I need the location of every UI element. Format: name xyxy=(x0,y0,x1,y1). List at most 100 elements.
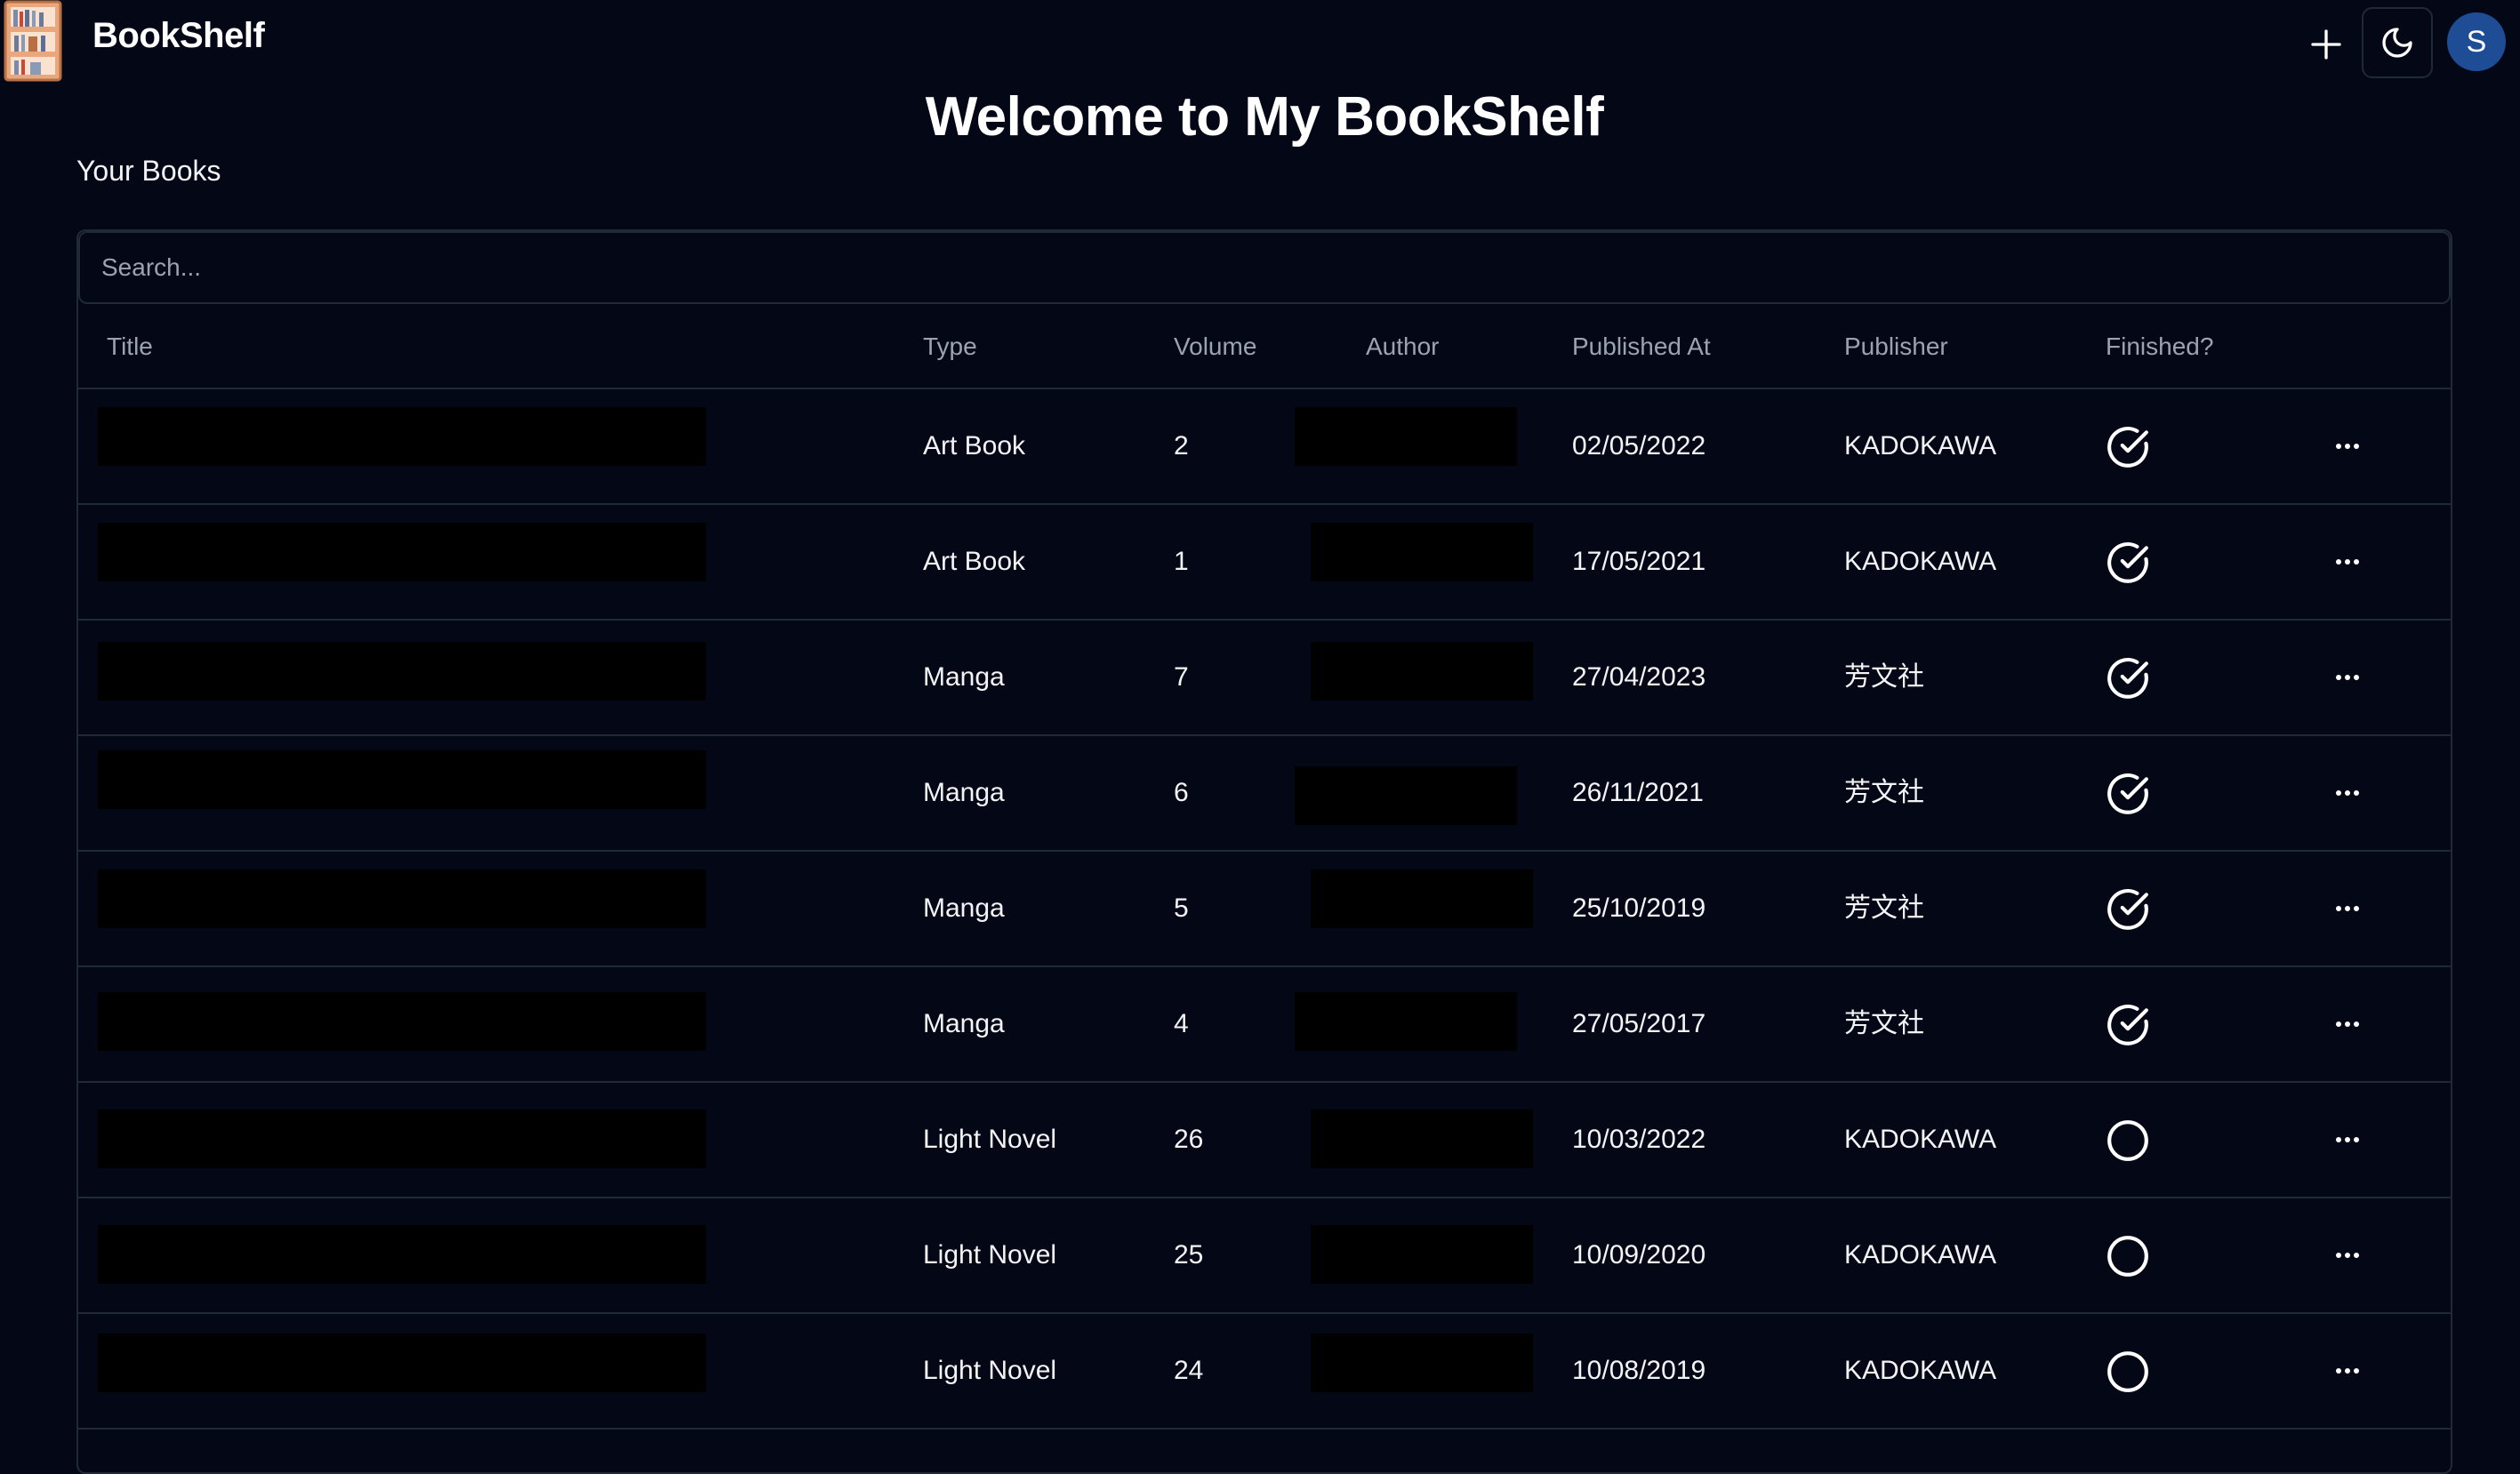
redacted-title xyxy=(98,869,706,928)
brand-name[interactable]: BookShelf xyxy=(92,16,265,56)
table-row[interactable]: Light Novel 24 10/08/2019 KADOKAWA xyxy=(78,1314,2451,1430)
add-book-button[interactable] xyxy=(2299,18,2353,71)
moon-icon xyxy=(2382,28,2412,58)
table-row[interactable]: Art Book 2 02/05/2022 KADOKAWA xyxy=(78,389,2451,505)
cell-volume: 1 xyxy=(1174,547,1189,576)
redacted-title xyxy=(98,407,706,466)
more-horizontal-icon xyxy=(2336,790,2359,796)
redacted-author xyxy=(1311,869,1533,928)
more-horizontal-icon xyxy=(2336,1253,2359,1258)
column-header-finished[interactable]: Finished? xyxy=(2106,332,2213,361)
cell-type: Art Book xyxy=(923,547,1026,576)
redacted-author xyxy=(1295,992,1517,1051)
cell-publisher: KADOKAWA xyxy=(1844,1356,1997,1385)
row-actions-button[interactable] xyxy=(2328,1353,2367,1389)
cell-type: Manga xyxy=(923,893,1005,923)
cell-volume: 6 xyxy=(1174,778,1189,807)
table-row[interactable]: Light Novel 26 10/03/2022 KADOKAWA xyxy=(78,1083,2451,1198)
cell-published-at: 27/05/2017 xyxy=(1572,1009,1706,1038)
section-label: Your Books xyxy=(76,155,221,187)
redacted-title xyxy=(98,1110,706,1168)
circle-icon[interactable] xyxy=(2106,1234,2150,1278)
column-header-author[interactable]: Author xyxy=(1366,332,1440,361)
cell-volume: 7 xyxy=(1174,662,1189,692)
cell-type: Art Book xyxy=(923,431,1026,461)
more-horizontal-icon xyxy=(2336,559,2359,565)
table-row[interactable]: Manga 4 27/05/2017 芳文社 xyxy=(78,967,2451,1083)
row-actions-button[interactable] xyxy=(2328,1006,2367,1042)
cell-volume: 26 xyxy=(1174,1125,1204,1154)
row-actions-button[interactable] xyxy=(2328,429,2367,464)
table-row[interactable]: Manga 5 25/10/2019 芳文社 xyxy=(78,852,2451,967)
cell-published-at: 26/11/2021 xyxy=(1572,778,1704,807)
column-header-title[interactable]: Title xyxy=(107,332,153,361)
cell-publisher: 芳文社 xyxy=(1844,893,1924,923)
check-circle-icon[interactable] xyxy=(2106,541,2150,585)
redacted-title xyxy=(98,750,706,809)
redacted-author xyxy=(1311,1110,1533,1168)
more-horizontal-icon xyxy=(2336,675,2359,680)
more-horizontal-icon xyxy=(2336,1368,2359,1374)
cell-published-at: 17/05/2021 xyxy=(1572,547,1706,576)
bookshelf-logo-icon xyxy=(4,0,62,82)
check-circle-icon[interactable] xyxy=(2106,887,2150,932)
cell-publisher: 芳文社 xyxy=(1844,1009,1924,1038)
cell-publisher: 芳文社 xyxy=(1844,778,1924,807)
table-row[interactable]: Manga 7 27/04/2023 芳文社 xyxy=(78,621,2451,736)
column-header-type[interactable]: Type xyxy=(923,332,977,361)
check-circle-icon[interactable] xyxy=(2106,425,2150,469)
redacted-author xyxy=(1295,407,1517,466)
cell-publisher: 芳文社 xyxy=(1844,662,1924,692)
cell-publisher: KADOKAWA xyxy=(1844,431,1997,461)
circle-icon[interactable] xyxy=(2106,1350,2150,1394)
cell-published-at: 27/04/2023 xyxy=(1572,662,1706,692)
more-horizontal-icon xyxy=(2336,1021,2359,1027)
cell-type: Manga xyxy=(923,778,1005,807)
cell-published-at: 10/03/2022 xyxy=(1572,1125,1706,1154)
redacted-author xyxy=(1311,523,1533,581)
row-actions-button[interactable] xyxy=(2328,660,2367,695)
row-actions-button[interactable] xyxy=(2328,891,2367,926)
cell-volume: 25 xyxy=(1174,1240,1204,1270)
check-circle-icon[interactable] xyxy=(2106,1003,2150,1047)
column-header-published-at[interactable]: Published At xyxy=(1572,332,1711,361)
circle-icon[interactable] xyxy=(2106,1118,2150,1163)
row-actions-button[interactable] xyxy=(2328,775,2367,811)
table-row[interactable]: Manga 6 26/11/2021 芳文社 xyxy=(78,736,2451,852)
check-circle-icon[interactable] xyxy=(2106,656,2150,701)
check-circle-icon[interactable] xyxy=(2106,772,2150,816)
cell-volume: 24 xyxy=(1174,1356,1204,1385)
app-header: BookShelf S xyxy=(0,0,2520,85)
redacted-title xyxy=(98,642,706,701)
more-horizontal-icon xyxy=(2336,1137,2359,1142)
column-header-volume[interactable]: Volume xyxy=(1174,332,1256,361)
cell-published-at: 10/09/2020 xyxy=(1572,1240,1706,1270)
cell-volume: 4 xyxy=(1174,1009,1189,1038)
row-actions-button[interactable] xyxy=(2328,1238,2367,1273)
redacted-title xyxy=(98,523,706,581)
table-row[interactable]: Light Novel 25 10/09/2020 KADOKAWA xyxy=(78,1198,2451,1314)
redacted-title xyxy=(98,1334,706,1392)
cell-volume: 5 xyxy=(1174,893,1189,923)
cell-publisher: KADOKAWA xyxy=(1844,547,1997,576)
theme-toggle-button[interactable] xyxy=(2362,7,2433,78)
table-row[interactable]: Art Book 1 17/05/2021 KADOKAWA xyxy=(78,505,2451,621)
cell-type: Manga xyxy=(923,1009,1005,1038)
cell-type: Light Novel xyxy=(923,1125,1057,1154)
books-table-card: Title Type Volume Author Published At Pu… xyxy=(76,229,2452,1474)
avatar[interactable]: S xyxy=(2447,12,2506,71)
cell-type: Light Novel xyxy=(923,1356,1057,1385)
redacted-author xyxy=(1311,1334,1533,1392)
cell-published-at: 02/05/2022 xyxy=(1572,431,1706,461)
row-actions-button[interactable] xyxy=(2328,1122,2367,1158)
redacted-title xyxy=(98,1225,706,1284)
cell-type: Manga xyxy=(923,662,1005,692)
cell-volume: 2 xyxy=(1174,431,1189,461)
cell-publisher: KADOKAWA xyxy=(1844,1125,1997,1154)
search-input[interactable] xyxy=(78,231,2451,304)
table-body: Art Book 2 02/05/2022 KADOKAWA Art Book … xyxy=(78,389,2451,1430)
cell-published-at: 25/10/2019 xyxy=(1572,893,1706,923)
redacted-title xyxy=(98,992,706,1051)
row-actions-button[interactable] xyxy=(2328,544,2367,580)
column-header-publisher[interactable]: Publisher xyxy=(1844,332,1948,361)
